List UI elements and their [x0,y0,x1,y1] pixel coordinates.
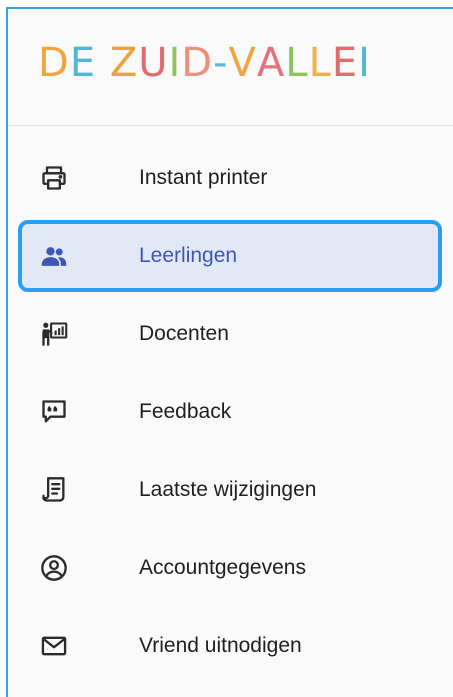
mail-icon [40,632,68,660]
menu-item-leerlingen[interactable]: Leerlingen [13,217,448,295]
menu-item-docenten[interactable]: Docenten [8,295,453,373]
sidebar-panel: D E Z U I D - V A L L E I Instant printe… [6,7,453,697]
menu-item-label: Vriend uitnodigen [139,634,302,657]
menu-item-label: Leerlingen [139,244,238,267]
account-circle-icon [40,554,68,582]
logo-letter: V [228,40,257,86]
logo-letter: D [181,40,214,86]
logo-letter: A [256,40,286,86]
document-list-icon [40,476,68,504]
menu-item-feedback[interactable]: Feedback [8,373,453,451]
logo-letter: U [138,40,169,86]
feedback-icon [40,398,68,426]
menu-item-label: Docenten [139,322,229,345]
logo-letter: E [69,40,97,86]
logo-letter: E [331,40,359,86]
menu-item-label: Accountgegevens [139,556,306,579]
menu-item-instant-printer[interactable]: Instant printer [8,139,453,217]
logo-letter: - [213,40,229,86]
menu-item-accountgegevens[interactable]: Accountgegevens [8,529,453,607]
menu-item-label: Instant printer [139,166,268,189]
printer-icon [40,164,68,192]
header-divider [8,125,453,126]
logo-letter: I [168,40,182,86]
logo-letter: L [285,40,309,86]
logo-letter [96,41,110,85]
logo-letter: L [308,40,332,86]
menu-item-vriend-uitnodigen[interactable]: Vriend uitnodigen [8,607,453,685]
logo-letter: Z [109,40,139,86]
logo-letter: I [358,40,371,86]
school-logo[interactable]: D E Z U I D - V A L L E I [38,41,371,85]
menu-item-laatste-wijzigingen[interactable]: Laatste wijzigingen [8,451,453,529]
people-icon [40,242,68,270]
teacher-icon [40,320,68,348]
logo-letter: D [38,40,70,86]
menu-item-label: Laatste wijzigingen [139,478,317,501]
menu-item-label: Feedback [139,400,232,423]
sidebar-menu: Instant printer Leerlingen Docenten Feed… [8,139,453,685]
